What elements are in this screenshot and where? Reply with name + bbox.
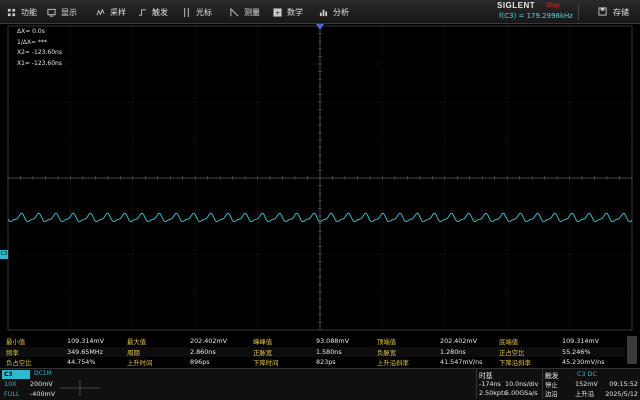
- measurement-label: 下降沿斜率: [499, 359, 531, 368]
- math-icon: +: [272, 7, 282, 17]
- channel-coupling: DC1M: [34, 370, 52, 377]
- menu-divider: [578, 4, 579, 20]
- channel-mini-graticule: [60, 380, 100, 396]
- trigger-position-marker: [316, 24, 324, 30]
- trigger-slope: 上升沿: [575, 390, 595, 398]
- clock-date: 2025/5/12: [605, 390, 638, 398]
- measurement-label: 正脉宽: [253, 348, 273, 357]
- analysis-icon: [318, 7, 328, 17]
- measurement-value: 1.580ns: [316, 347, 342, 356]
- menu-display-label: 显示: [61, 7, 77, 17]
- measurement-value: 55.246%: [562, 347, 591, 356]
- measurement-value: 109.314mV: [67, 337, 105, 345]
- measurement-label: 周期: [127, 348, 140, 357]
- measurement-value: 45.230mV/ns: [562, 358, 605, 367]
- measurement-value: 1.280ns: [440, 347, 466, 356]
- svg-text:+: +: [274, 10, 279, 17]
- graticule: [7, 24, 633, 331]
- measurement-value: 349.65MHz: [67, 347, 104, 356]
- cursor-delta-x: ΔX= 0.0s: [17, 28, 45, 35]
- trigger-icon: [137, 7, 147, 17]
- menu-cursor[interactable]: 光标: [181, 0, 212, 24]
- measurement-label: 峰峰值: [253, 338, 273, 346]
- measurement-label: 最大值: [127, 338, 147, 346]
- menu-trigger-label: 触发: [152, 7, 168, 17]
- clock-time: 09:15:52: [609, 380, 638, 388]
- cursor-x1: X1= -123.60ns: [17, 59, 62, 67]
- channel-scale: 200mV: [30, 380, 53, 388]
- menu-math-label: 数学: [287, 7, 303, 17]
- waveform-display[interactable]: [0, 24, 640, 332]
- measurement-table: 最小值 109.314mV 最大值 202.402mV 峰峰值 93.088mV 顶端值 20…: [0, 334, 640, 368]
- trigger-panel[interactable]: 触发 C3 DC 停止 152mV 边沿 上升沿: [542, 369, 602, 399]
- measurement-label: 频率: [6, 348, 19, 357]
- channel-offset: -400mV: [30, 390, 56, 398]
- measurement-value: 202.402mV: [440, 337, 478, 345]
- measurement-value: 823ps: [316, 358, 336, 367]
- timebase-panel[interactable]: 时基 -174ns 10.0ns/div 2.50kpts 5.00GSa/s: [476, 369, 540, 399]
- measurement-value: 44.754%: [67, 358, 96, 367]
- measurement-label: 最小值: [6, 338, 26, 346]
- brand-logo: SIGLENT: [497, 1, 536, 10]
- measurement-value: 93.088mV: [316, 337, 349, 345]
- trigger-level: 152mV: [575, 380, 598, 388]
- trigger-type: 边沿: [545, 390, 558, 398]
- measurement-label: 上升时间: [127, 359, 153, 368]
- menu-analysis-label: 分析: [333, 7, 349, 17]
- trigger-title: 触发: [545, 372, 559, 380]
- menu-analysis[interactable]: 分析: [318, 0, 349, 24]
- cursor-x2: X2= -123.60ns: [17, 49, 62, 56]
- run-status[interactable]: Stop: [546, 2, 560, 9]
- cursor-readout: ΔX= 0.0s 1/ΔX= *** X2= -123.60ns X1= -12…: [17, 27, 62, 69]
- measurement-scrollbar[interactable]: [627, 336, 637, 364]
- menu-trigger[interactable]: 触发: [137, 0, 168, 24]
- timebase-scale: 10.0ns/div: [505, 380, 539, 388]
- menu-math[interactable]: + 数学: [272, 0, 303, 24]
- acquire-icon: [95, 7, 105, 17]
- menu-function-label: 功能: [21, 7, 37, 17]
- measurement-value: 202.402mV: [190, 337, 228, 345]
- menu-acquire[interactable]: 采样: [95, 0, 126, 24]
- menu-acquire-label: 采样: [110, 7, 126, 17]
- frequency-readout: f(C3) = 179.2998kHz: [499, 12, 573, 20]
- save-button[interactable]: 存储: [598, 0, 629, 24]
- measurement-row: 最小值 109.314mV 最大值 202.402mV 峰峰值 93.088mV 顶端值 20…: [0, 336, 625, 347]
- measurement-row: 负占空比 44.754% 上升时间 896ps 下降时间 823ps 上升沿斜率 41.547…: [0, 357, 625, 368]
- channel-bandwidth: FULL: [4, 390, 20, 398]
- cursor-inverse-delta-x: 1/ΔX= ***: [17, 38, 47, 46]
- measurement-value: 109.314mV: [562, 337, 600, 345]
- timebase-delay: -174ns: [479, 380, 501, 388]
- display-icon: [46, 7, 56, 17]
- save-icon: [598, 7, 608, 17]
- measurement-label: 下降时间: [253, 359, 279, 368]
- measurement-label: 上升沿斜率: [377, 359, 409, 368]
- cursor-icon: [181, 7, 191, 17]
- timebase-sample-rate: 5.00GSa/s: [505, 389, 538, 397]
- trigger-mode: 停止: [545, 381, 558, 389]
- channel-probe: 10X: [4, 380, 17, 388]
- measurement-value: 41.547mV/ns: [440, 358, 483, 367]
- measurement-value: 896ps: [190, 358, 210, 367]
- menu-bar: 功能 显示 采样 触发 光标 测量 + 数学 分析 SIGLENT Stop f…: [0, 0, 640, 24]
- menu-cursor-label: 光标: [196, 7, 212, 17]
- timebase-memory: 2.50kpts: [479, 389, 507, 397]
- menu-measure-label: 测量: [244, 7, 260, 17]
- measurement-label: 负脉宽: [377, 348, 397, 357]
- trigger-source: C3 DC: [577, 370, 597, 378]
- save-label: 存储: [613, 7, 629, 17]
- menu-display[interactable]: 显示: [46, 0, 77, 24]
- measurement-label: 底端值: [499, 338, 519, 346]
- measurement-row: 频率 349.65MHz 周期 2.860ns 正脉宽 1.580ns 负脉宽 1.280ns…: [0, 346, 625, 358]
- timebase-title: 时基: [479, 372, 493, 380]
- menu-measure[interactable]: 测量: [229, 0, 260, 24]
- measurement-label: 负占空比: [6, 359, 32, 368]
- measurement-value: 2.860ns: [190, 347, 216, 356]
- channel-offset-marker[interactable]: C3: [0, 250, 8, 259]
- measure-icon: [229, 7, 239, 17]
- menu-function[interactable]: 功能: [6, 0, 37, 24]
- measurement-label: 正占空比: [499, 348, 525, 357]
- function-icon: [6, 7, 16, 17]
- channel-badge[interactable]: C3: [2, 370, 30, 379]
- measurement-label: 顶端值: [377, 338, 397, 346]
